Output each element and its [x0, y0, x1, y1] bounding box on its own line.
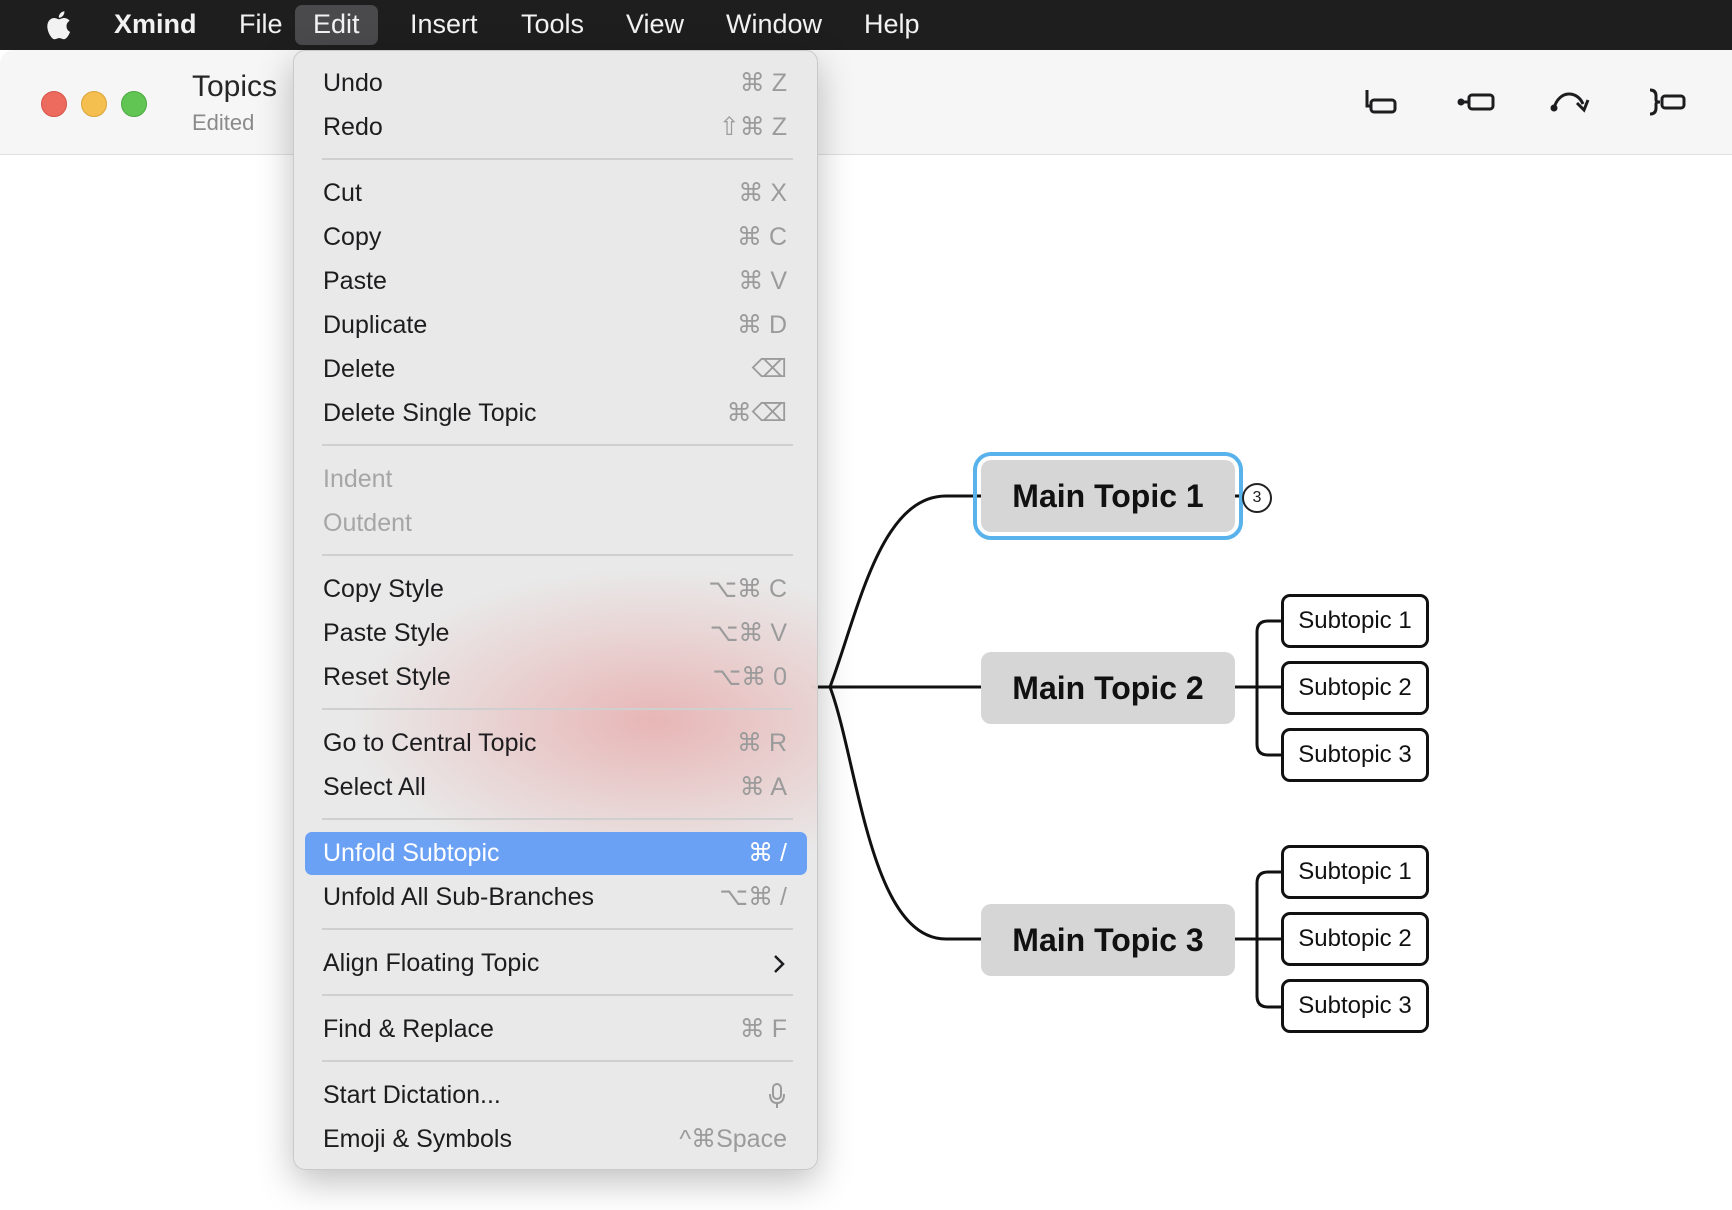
menu-item-select-all[interactable]: Select All ⌘ A [305, 766, 807, 809]
menu-item-label: Select All [323, 773, 426, 801]
edit-menu-dropdown: Undo ⌘ Z Redo ⇧⌘ Z Cut ⌘ X Copy ⌘ C Paste ⌘ V… [293, 50, 818, 1170]
menu-item-reset-style[interactable]: Reset Style ⌥⌘ 0 [305, 656, 807, 699]
menu-item-label: Start Dictation... [323, 1081, 501, 1109]
menu-separator [322, 928, 793, 930]
menu-item-label: Paste [323, 267, 387, 295]
menu-item-label: Delete [323, 355, 396, 383]
menu-item-go-to-central-topic[interactable]: Go to Central Topic ⌘ R [305, 722, 807, 765]
main-topic-3[interactable]: Main Topic 3 [981, 904, 1235, 976]
microphone-icon [769, 1083, 785, 1108]
shortcut-label: ⌘ / [748, 839, 787, 867]
menu-item-label: Unfold Subtopic [323, 839, 500, 867]
menu-item-label: Delete Single Topic [323, 399, 537, 427]
shortcut-label: ⇧⌘ Z [718, 113, 787, 141]
menu-item-find-replace[interactable]: Find & Replace ⌘ F [305, 1008, 807, 1051]
menu-item-label: Paste Style [323, 619, 450, 647]
main-topic-2[interactable]: Main Topic 2 [981, 652, 1235, 724]
menu-item-indent: Indent [305, 458, 807, 501]
menu-item-paste[interactable]: Paste ⌘ V [305, 260, 807, 303]
shortcut-label: ⌥⌘ 0 [712, 663, 787, 691]
menu-item-label: Emoji & Symbols [323, 1125, 512, 1153]
branch-connectors [810, 494, 1281, 1009]
shortcut-label: ⌘⌫ [726, 399, 787, 427]
menu-item-label: Go to Central Topic [323, 729, 537, 757]
menu-separator [322, 444, 793, 446]
shortcut-label: ^⌘Space [679, 1125, 787, 1153]
shortcut-label: ⌘ R [737, 729, 787, 757]
subtopic-3-3[interactable]: Subtopic 3 [1281, 979, 1429, 1033]
shortcut-label: ⌘ X [738, 179, 787, 207]
menu-item-duplicate[interactable]: Duplicate ⌘ D [305, 304, 807, 347]
menu-item-label: Cut [323, 179, 362, 207]
menu-item-label: Undo [323, 69, 383, 97]
menu-item-outdent: Outdent [305, 502, 807, 545]
subtopic-2-2[interactable]: Subtopic 2 [1281, 661, 1429, 715]
menu-item-cut[interactable]: Cut ⌘ X [305, 172, 807, 215]
subtopic-2-3[interactable]: Subtopic 3 [1281, 728, 1429, 782]
collapsed-count-badge[interactable]: 3 [1242, 483, 1272, 513]
menu-item-label: Reset Style [323, 663, 451, 691]
menu-item-delete-single-topic[interactable]: Delete Single Topic ⌘⌫ [305, 392, 807, 435]
shortcut-label: ⌥⌘ C [708, 575, 787, 603]
menu-item-copy-style[interactable]: Copy Style ⌥⌘ C [305, 568, 807, 611]
menu-item-start-dictation[interactable]: Start Dictation... [305, 1074, 807, 1117]
shortcut-label: ⌘ D [737, 311, 787, 339]
menu-item-delete[interactable]: Delete ⌫ [305, 348, 807, 391]
menu-item-label: Copy [323, 223, 382, 251]
menu-separator [322, 1060, 793, 1062]
subtopic-3-1[interactable]: Subtopic 1 [1281, 845, 1429, 899]
menu-item-label: Outdent [323, 509, 412, 537]
menu-separator [322, 994, 793, 996]
shortcut-label: ⌘ V [738, 267, 787, 295]
shortcut-label: ⌫ [751, 355, 787, 383]
shortcut-label: ⌥⌘ V [709, 619, 787, 647]
menu-item-label: Unfold All Sub-Branches [323, 883, 594, 911]
menu-item-paste-style[interactable]: Paste Style ⌥⌘ V [305, 612, 807, 655]
menu-separator [322, 708, 793, 710]
menu-item-label: Align Floating Topic [323, 949, 540, 977]
shortcut-label: ⌘ C [737, 223, 787, 251]
shortcut-label: ⌘ A [739, 773, 787, 801]
menu-item-label: Redo [323, 113, 383, 141]
subtopic-2-1[interactable]: Subtopic 1 [1281, 594, 1429, 648]
chevron-right-icon [774, 955, 785, 973]
mindmap-canvas: Main Topic 1 3 Main Topic 2 Subtopic 1 S… [0, 0, 1732, 1210]
shortcut-label: ⌘ Z [739, 69, 787, 97]
menu-separator [322, 158, 793, 160]
menu-item-label: Duplicate [323, 311, 428, 339]
menu-item-unfold-all-sub-branches[interactable]: Unfold All Sub-Branches ⌥⌘ / [305, 876, 807, 919]
menu-item-undo[interactable]: Undo ⌘ Z [305, 62, 807, 105]
menu-item-label: Find & Replace [323, 1015, 494, 1043]
shortcut-label: ⌘ F [739, 1015, 787, 1043]
subtopic-3-2[interactable]: Subtopic 2 [1281, 912, 1429, 966]
menu-item-copy[interactable]: Copy ⌘ C [305, 216, 807, 259]
menu-separator [322, 818, 793, 820]
main-topic-1[interactable]: Main Topic 1 [973, 452, 1243, 540]
menu-item-emoji-symbols[interactable]: Emoji & Symbols ^⌘Space [305, 1118, 807, 1161]
menu-separator [322, 554, 793, 556]
shortcut-label: ⌥⌘ / [719, 883, 787, 911]
menu-item-redo[interactable]: Redo ⇧⌘ Z [305, 106, 807, 149]
menu-item-label: Indent [323, 465, 393, 493]
menu-item-align-floating-topic[interactable]: Align Floating Topic [305, 942, 807, 985]
menu-item-label: Copy Style [323, 575, 444, 603]
menu-item-unfold-subtopic[interactable]: Unfold Subtopic ⌘ / [305, 832, 807, 875]
